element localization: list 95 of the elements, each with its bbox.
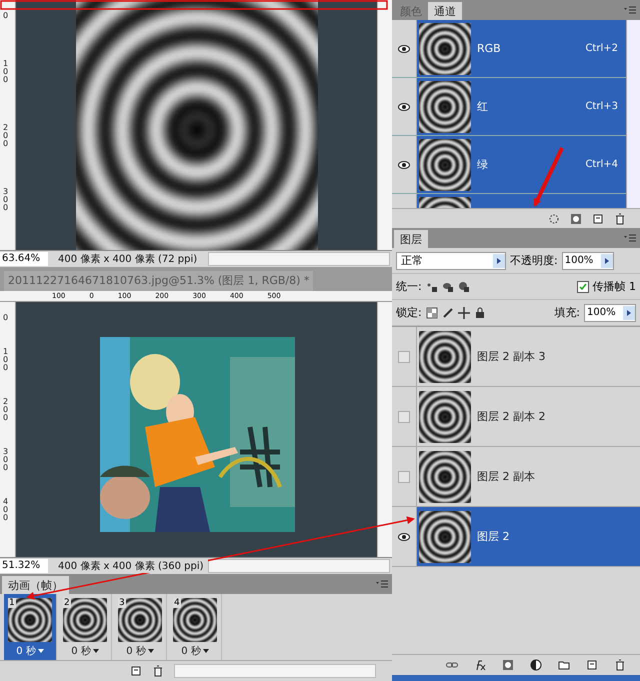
ruler-label: 300 [3, 188, 10, 212]
trash-icon[interactable] [614, 659, 626, 671]
frame-delay[interactable]: 0 秒 [126, 644, 146, 658]
frame-number: 4 [173, 598, 181, 608]
eye-icon[interactable] [398, 102, 410, 110]
caret-icon[interactable] [38, 649, 44, 654]
blend-mode-dropdown[interactable]: 正常 [396, 252, 506, 270]
panel-menu-icon[interactable] [624, 6, 636, 14]
layer-thumbnail [419, 390, 471, 442]
annotation-arrow [533, 147, 564, 207]
eye-icon[interactable] [398, 532, 410, 540]
caret-icon[interactable] [623, 306, 635, 320]
frame-thumbnail [8, 598, 52, 642]
caret-icon[interactable] [202, 649, 209, 654]
propagate-checkbox[interactable] [576, 280, 588, 292]
scrollbar[interactable] [377, 302, 392, 558]
channel-thumbnail [419, 80, 471, 132]
ruler-label: 200 [3, 398, 10, 422]
frame-thumbnail [118, 598, 162, 642]
lock-label: 锁定: [396, 305, 422, 320]
caret-icon[interactable] [600, 254, 613, 268]
move-icon[interactable] [458, 306, 470, 318]
ruler-label: 100 [3, 348, 10, 372]
zoom-field[interactable]: 63.64% [0, 252, 48, 266]
layer-thumbnail [419, 450, 471, 502]
channel-name: 绿 [477, 157, 489, 172]
zoom-field[interactable]: 51.32% [0, 559, 48, 574]
lock-transparency-icon[interactable] [426, 306, 438, 318]
frame-number: 2 [63, 598, 71, 608]
animation-frame[interactable]: 1 0 秒 [4, 594, 57, 660]
layer-name: 图层 2 副本 [477, 469, 536, 484]
shortcut-label: Ctrl+2 [585, 43, 619, 54]
caret-icon[interactable] [148, 649, 154, 654]
frame-number: 1 [8, 598, 16, 608]
panel-menu-icon[interactable] [624, 234, 636, 242]
channel-row[interactable]: RGB Ctrl+2 [417, 20, 626, 77]
ruler-label: 300 [3, 448, 10, 472]
panel-tab[interactable]: 动画（帧） [2, 576, 69, 594]
unify-visibility-icon[interactable] [442, 280, 454, 292]
propagate-label: 传播帧 1 [592, 279, 636, 294]
layer-name: 图层 2 副本 2 [477, 409, 546, 424]
ruler-label: 0 [3, 12, 10, 20]
unify-style-icon[interactable] [458, 280, 470, 292]
layer-thumbnail [419, 330, 471, 382]
layer-row[interactable]: 图层 2 [417, 507, 640, 566]
channel-row[interactable]: 绿 Ctrl+4 [417, 136, 626, 193]
mask-icon[interactable] [502, 659, 514, 671]
frame-delay[interactable]: 0 秒 [71, 644, 91, 658]
trash-icon[interactable] [152, 665, 164, 678]
eye-icon[interactable] [398, 44, 410, 52]
shortcut-label: Ctrl+3 [585, 101, 619, 112]
channel-thumbnail [419, 22, 471, 74]
frame-delay[interactable]: 0 秒 [16, 644, 36, 658]
channel-name: RGB [477, 42, 502, 55]
trash-icon[interactable] [614, 212, 626, 224]
folder-icon[interactable] [558, 659, 570, 671]
ruler-label: 100 [3, 60, 10, 84]
fill-label: 填充: [554, 305, 580, 320]
opacity-label: 不透明度: [510, 253, 558, 268]
shortcut-label: Ctrl+4 [585, 159, 619, 170]
frame-delay[interactable]: 0 秒 [181, 644, 201, 658]
frame-thumbnail [63, 598, 107, 642]
scrollbar[interactable] [174, 664, 376, 678]
layer-name: 图层 2 [477, 529, 510, 544]
caret-icon[interactable] [92, 649, 99, 654]
frame-number: 3 [118, 598, 126, 608]
channel-thumbnail [419, 138, 471, 190]
fill-field[interactable]: 100% [584, 304, 636, 322]
panel-tab[interactable]: 图层 [394, 230, 428, 248]
panel-tab[interactable]: 通道 [428, 2, 462, 20]
panel-menu-icon[interactable] [376, 580, 388, 588]
layer-thumbnail [419, 510, 471, 562]
scrollbar[interactable] [626, 20, 640, 208]
ruler-label: 0 [3, 314, 10, 322]
dotted-circle-icon[interactable] [548, 212, 560, 224]
mask-icon[interactable] [570, 212, 582, 224]
adjustment-icon[interactable] [530, 659, 542, 671]
channel-row[interactable]: 红 Ctrl+3 [417, 78, 626, 135]
frame-thumbnail [173, 598, 217, 642]
scrollbar[interactable] [208, 559, 390, 574]
lock-icon[interactable] [474, 306, 486, 318]
ruler-label: 200 [3, 124, 10, 148]
eye-icon[interactable] [398, 160, 410, 168]
unify-position-icon[interactable] [426, 280, 438, 292]
channel-name: 红 [477, 99, 489, 114]
checkmark-icon [578, 282, 586, 290]
opacity-field[interactable]: 100% [562, 252, 614, 270]
scrollbar[interactable] [377, 0, 392, 250]
fx-icon[interactable] [474, 659, 486, 671]
layer-name: 图层 2 副本 3 [477, 349, 546, 364]
ruler-label: 400 [3, 498, 10, 522]
unify-label: 统一: [396, 279, 422, 294]
dropdown-caret-icon[interactable] [493, 254, 505, 268]
brush-icon[interactable] [442, 306, 454, 318]
scrollbar[interactable] [208, 252, 390, 266]
